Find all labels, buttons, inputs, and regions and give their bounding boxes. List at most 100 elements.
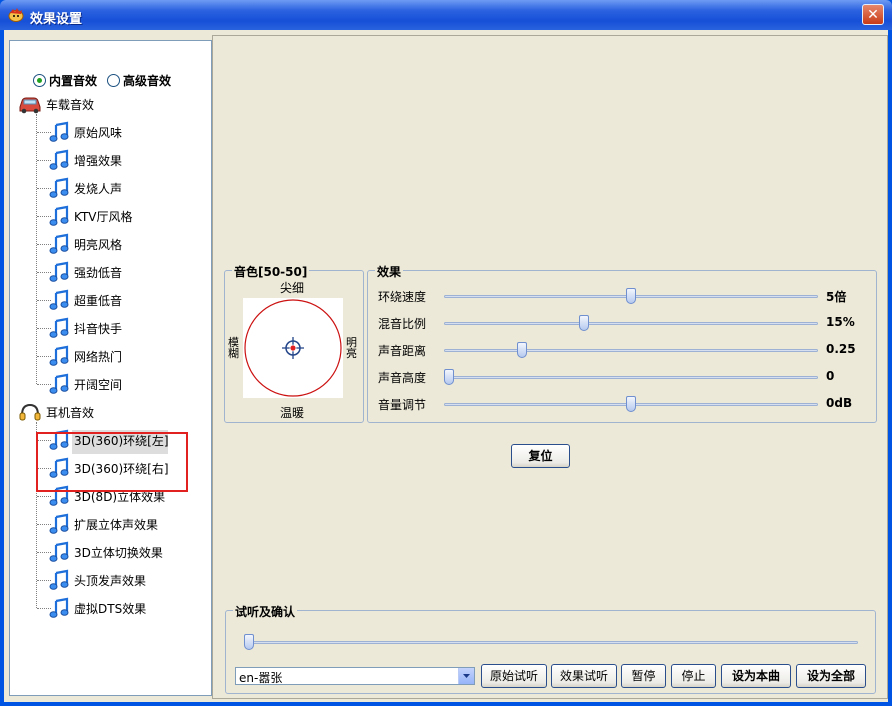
tree-item[interactable]: 开阔空间: [48, 373, 123, 394]
music-note-icon: [49, 149, 69, 170]
tree-item[interactable]: 超重低音: [48, 289, 123, 310]
tree-group-car[interactable]: 车载音效: [18, 94, 94, 114]
music-note-icon: [49, 289, 69, 310]
effect-label: 声音高度: [378, 371, 427, 385]
music-note-icon: [49, 233, 69, 254]
tree-item-label: 3D立体切换效果: [74, 545, 163, 560]
set-all-button[interactable]: 设为全部: [796, 664, 866, 688]
timbre-pad[interactable]: [243, 298, 343, 398]
tree-item[interactable]: 明亮风格: [48, 233, 123, 254]
preview-group: 试听及确认 en-嚣张 原始试听 效果试听 暂停 停止 设为本曲 设为全部: [225, 603, 876, 694]
effect-slider-thumb[interactable]: [517, 342, 527, 358]
effect-slider-track[interactable]: [444, 376, 818, 379]
set-current-button[interactable]: 设为本曲: [721, 664, 791, 688]
car-icon: [19, 97, 41, 114]
effect-label: 声音距离: [378, 344, 427, 358]
advanced-label[interactable]: 高级音效: [123, 72, 171, 89]
progress-thumb[interactable]: [244, 634, 254, 650]
original-preview-button[interactable]: 原始试听: [481, 664, 547, 688]
tree-item[interactable]: 增强效果: [48, 149, 122, 170]
music-note-icon: [49, 597, 69, 618]
tree-item[interactable]: 网络热门: [48, 345, 123, 366]
tree-item[interactable]: 发烧人声: [48, 177, 123, 198]
headphones-icon: [19, 403, 41, 421]
builtin-label[interactable]: 内置音效: [49, 72, 97, 89]
effect-label: 环绕速度: [378, 290, 427, 304]
music-note-icon: [49, 121, 69, 142]
tree-item-label: 开阔空间: [74, 377, 123, 392]
tree-item-label: 原始风味: [74, 125, 123, 140]
tree-item-label: 超重低音: [74, 293, 123, 308]
stop-button[interactable]: 停止: [671, 664, 716, 688]
highlight-box: [36, 432, 188, 492]
effect-slider-track[interactable]: [444, 349, 818, 352]
music-note-icon: [49, 513, 69, 534]
effect-tree: 内置音效 高级音效 车载音效 原始风味增强效果发烧人声 KTV厅风格 明亮风格强劲低…: [9, 40, 212, 696]
tree-item[interactable]: KTV厅风格: [48, 205, 133, 226]
music-note-icon: [49, 317, 69, 338]
tree-item-label: 抖音快手: [74, 321, 123, 336]
song-combo-value: en-嚣张: [239, 671, 283, 685]
mode-selector: 内置音效 高级音效: [33, 72, 181, 89]
effect-value: 15%: [826, 315, 855, 329]
client-area: 内置音效 高级音效 车载音效 原始风味增强效果发烧人声 KTV厅风格 明亮风格强劲低…: [4, 30, 888, 702]
reset-button[interactable]: 复位: [511, 444, 570, 468]
timbre-group: 音色[50-50] 尖细 温暖 模糊 明亮: [224, 263, 364, 423]
tree-connector: [36, 114, 37, 384]
tree-item[interactable]: 强劲低音: [48, 261, 123, 282]
title-bar[interactable]: 效果设置 ✕: [0, 0, 892, 30]
music-note-icon: [49, 541, 69, 562]
effect-label: 混音比例: [378, 317, 427, 331]
tree-item[interactable]: 原始风味: [48, 121, 123, 142]
music-note-icon: [49, 261, 69, 282]
tree-item-label: 扩展立体声效果: [74, 517, 159, 532]
advanced-radio[interactable]: [107, 74, 121, 87]
tree-item-label: 头顶发声效果: [74, 573, 147, 588]
effect-slider-thumb[interactable]: [444, 369, 454, 385]
tree-item[interactable]: 抖音快手: [48, 317, 123, 338]
effect-slider-thumb[interactable]: [579, 315, 589, 331]
effect-value: 0.25: [826, 342, 856, 356]
music-note-icon: [49, 345, 69, 366]
timbre-title: 音色[50-50]: [232, 263, 310, 280]
tree-item[interactable]: 头顶发声效果: [48, 569, 147, 590]
tree-item-label: 强劲低音: [74, 265, 123, 280]
effect-value: 0: [826, 369, 835, 383]
tree-item-label: KTV厅风格: [74, 209, 133, 224]
effect-slider-thumb[interactable]: [626, 288, 636, 304]
tree-item[interactable]: 3D立体切换效果: [48, 541, 163, 562]
effect-slider-thumb[interactable]: [626, 396, 636, 412]
close-button[interactable]: ✕: [862, 4, 884, 25]
app-icon: [8, 8, 24, 22]
song-combo[interactable]: en-嚣张: [235, 667, 475, 685]
tree-item-label: 网络热门: [74, 349, 123, 364]
music-note-icon: [49, 177, 69, 198]
effect-value: 5倍: [826, 290, 847, 304]
pause-button[interactable]: 暂停: [621, 664, 666, 688]
progress-track[interactable]: [244, 641, 858, 644]
right-panel: 音色[50-50] 尖细 温暖 模糊 明亮 效果 环绕速度 5倍混音比例 15% 声音…: [212, 35, 888, 699]
timbre-top-label: 尖细: [280, 281, 305, 295]
tree-group-headphones[interactable]: 耳机音效: [18, 402, 94, 422]
effect-label: 音量调节: [378, 398, 427, 412]
preview-title: 试听及确认: [233, 603, 298, 620]
app-window: 效果设置 ✕ 内置音效 高级音效 车载音效 原始风味 增强效果 发烧人声 KTV…: [0, 0, 892, 706]
tree-item[interactable]: 扩展立体声效果: [48, 513, 159, 534]
tree-item-label: 发烧人声: [74, 181, 123, 196]
chevron-down-icon: [463, 674, 470, 678]
music-note-icon: [49, 373, 69, 394]
tree-item-label: 明亮风格: [74, 237, 123, 252]
window-title: 效果设置: [30, 12, 83, 27]
music-note-icon: [49, 205, 69, 226]
tree-group-label: 耳机音效: [46, 405, 95, 420]
tree-group-label: 车载音效: [46, 97, 95, 112]
effect-preview-button[interactable]: 效果试听: [551, 664, 617, 688]
effect-value: 0dB: [826, 396, 853, 410]
effect-slider-track[interactable]: [444, 322, 818, 325]
combo-arrow-button[interactable]: [458, 668, 474, 684]
music-note-icon: [49, 569, 69, 590]
effects-title: 效果: [375, 263, 404, 280]
timbre-left-label: 模糊: [228, 336, 239, 360]
builtin-radio[interactable]: [33, 74, 46, 87]
tree-item[interactable]: 虚拟DTS效果: [48, 597, 146, 618]
